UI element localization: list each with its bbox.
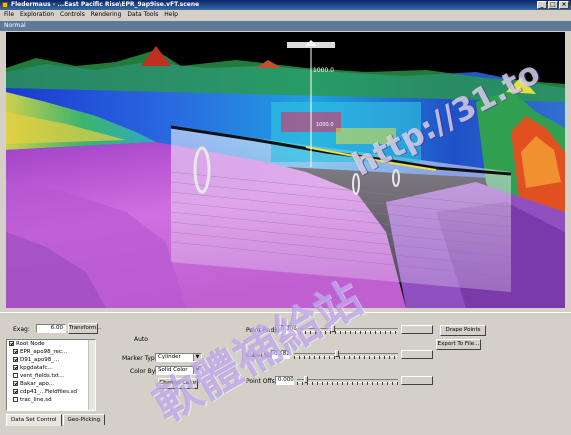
auto-label: Auto: [134, 336, 148, 343]
scene-tree[interactable]: Root Node EPR_apo98_rec... D91_apo98_...…: [6, 339, 96, 411]
point-offset-apply-button[interactable]: [401, 376, 433, 385]
maximize-button[interactable]: □: [548, 1, 558, 9]
export-to-file-button[interactable]: Export To File...: [436, 339, 481, 350]
menu-file[interactable]: File: [2, 10, 16, 20]
tree-root[interactable]: Root Node: [9, 341, 45, 348]
menu-exploration[interactable]: Exploration: [18, 10, 56, 20]
point-radius-slider[interactable]: [300, 325, 398, 334]
transform-button[interactable]: Transform...: [68, 323, 102, 334]
exag-input[interactable]: 6.00: [36, 324, 66, 333]
tree-item[interactable]: EPR_apo98_rec...: [13, 349, 67, 356]
3d-scene-viewport[interactable]: 1000.0 1000.0: [6, 32, 565, 308]
tree-item[interactable]: vent_fields.txt...: [13, 373, 64, 380]
tree-scrollbar[interactable]: [88, 340, 95, 410]
bathymetry-scene: 1000.0 1000.0: [6, 32, 565, 308]
point-offset-input[interactable]: 0.000: [275, 376, 294, 385]
menu-data-tools[interactable]: Data Tools: [125, 10, 160, 20]
tree-item[interactable]: Bakar_apo...: [13, 381, 54, 388]
point-radius-input[interactable]: 0.306: [278, 325, 297, 334]
mode-label: Normal: [4, 22, 26, 29]
close-button[interactable]: ×: [559, 1, 569, 9]
tree-item[interactable]: kpgdatafc...: [13, 365, 53, 372]
checkbox-icon[interactable]: [13, 357, 18, 362]
slider-thumb[interactable]: [303, 376, 308, 383]
title-bar: Fledermaus - ...East Pacific Rise\EPR_9a…: [0, 0, 571, 10]
tab-data-set-control[interactable]: Data Set Control: [6, 414, 62, 426]
checkbox-icon[interactable]: [13, 365, 18, 370]
tree-item[interactable]: trac_line.sd: [13, 397, 52, 404]
tab-bar: Data Set Control Geo-Picking: [6, 414, 106, 426]
marker-type-select[interactable]: Cylinder ▼: [155, 353, 202, 362]
checkbox-icon[interactable]: [13, 389, 18, 394]
tree-item[interactable]: cdp41_...Fieldfiles.sd: [13, 389, 77, 396]
checkbox-icon[interactable]: [13, 397, 18, 402]
tab-geo-picking[interactable]: Geo-Picking: [62, 414, 106, 425]
slider-thumb[interactable]: [335, 350, 339, 357]
checkbox-icon[interactable]: [13, 349, 18, 354]
marker-label-2: 1000.0: [316, 122, 334, 128]
point-offset-slider[interactable]: [297, 376, 398, 385]
menu-rendering[interactable]: Rendering: [89, 10, 124, 20]
tree-item[interactable]: D91_apo98_...: [13, 357, 59, 364]
exag-label: Exag:: [13, 326, 30, 333]
app-icon: [2, 2, 8, 8]
drape-points-button[interactable]: Drape Points: [440, 325, 486, 336]
minimize-button[interactable]: _: [537, 1, 547, 9]
menu-bar: File Exploration Controls Rendering Data…: [0, 10, 571, 20]
mode-bar: Normal: [0, 21, 571, 31]
checkbox-icon[interactable]: [13, 381, 18, 386]
label-size-apply-button[interactable]: [401, 350, 433, 359]
label-size-input[interactable]: 0.582: [271, 350, 290, 359]
checkbox-icon[interactable]: [9, 341, 14, 346]
color-by-select[interactable]: Solid Color ▼: [155, 366, 202, 375]
change-color-button[interactable]: Change Color: [158, 378, 198, 389]
window-title: Fledermaus - ...East Pacific Rise\EPR_9a…: [11, 1, 200, 8]
color-by-label: Color By: [130, 368, 156, 375]
marker-depth-label: 1000.0: [313, 67, 334, 74]
point-radius-apply-button[interactable]: [401, 325, 433, 334]
chevron-down-icon: ▼: [193, 354, 201, 361]
menu-controls[interactable]: Controls: [58, 10, 87, 20]
marker-type-label: Marker Type: [122, 355, 159, 362]
slider-thumb[interactable]: [331, 325, 336, 332]
chevron-down-icon: ▼: [193, 367, 201, 374]
checkbox-icon[interactable]: [13, 373, 18, 378]
label-size-slider[interactable]: [294, 350, 398, 359]
menu-help[interactable]: Help: [162, 10, 180, 20]
